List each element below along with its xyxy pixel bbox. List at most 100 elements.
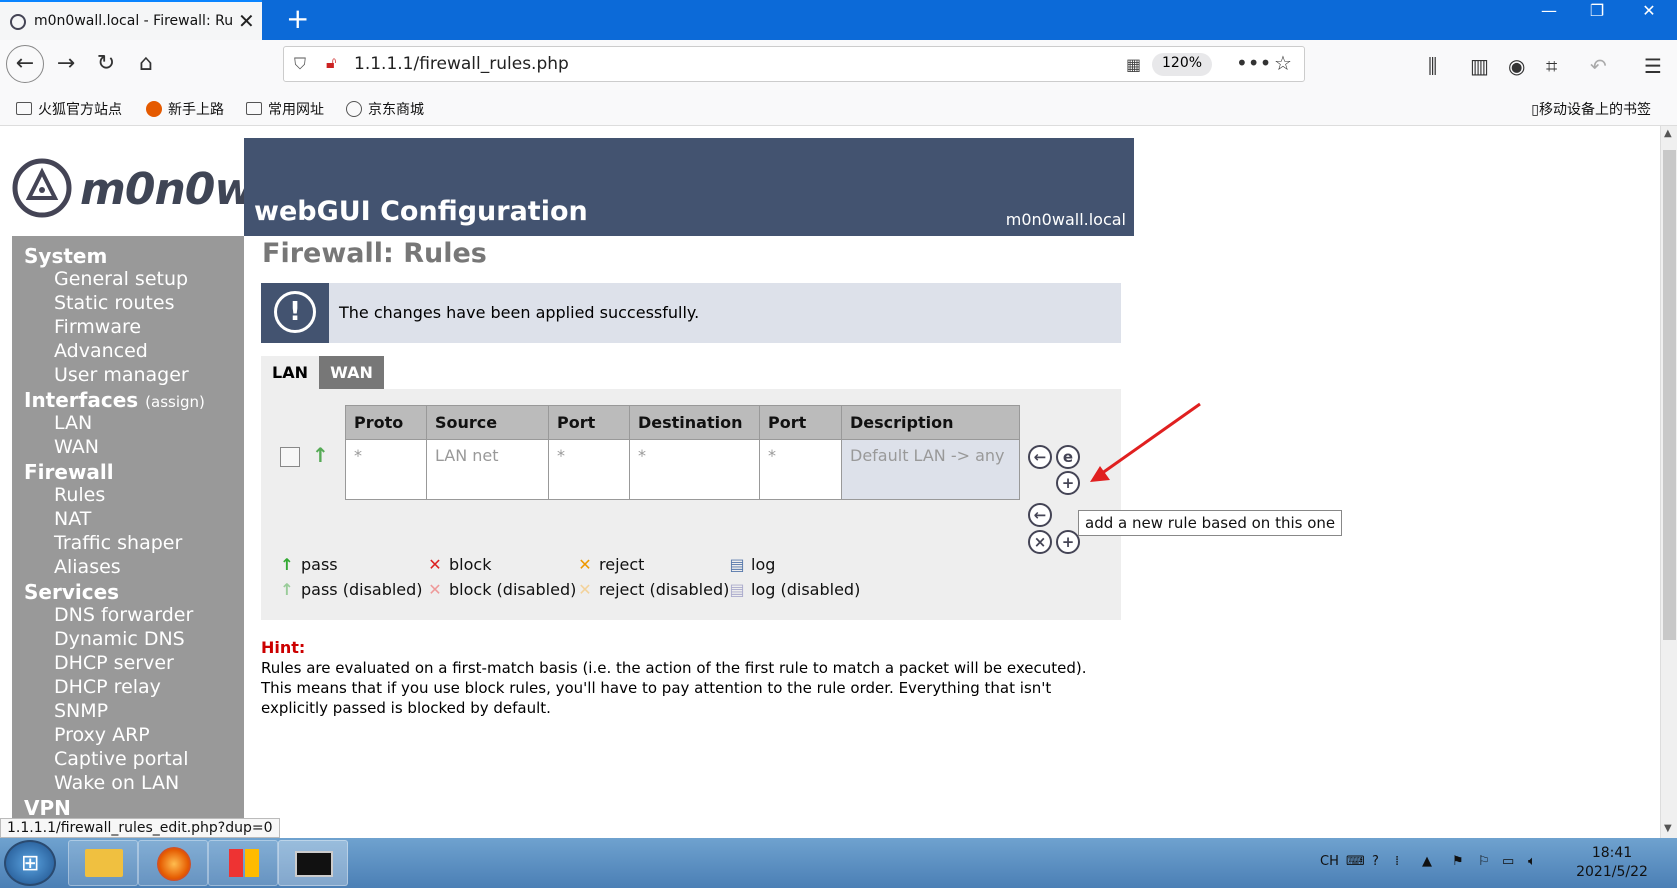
cell-source[interactable]: LAN net [426,439,549,500]
nav-static-routes[interactable]: Static routes [54,292,174,314]
keyboard-icon[interactable]: ⌨ [1346,854,1365,869]
nav-dns-forwarder[interactable]: DNS forwarder [54,604,193,626]
tab-close-icon[interactable]: ✕ [238,9,255,33]
move-left-end-icon[interactable]: ← [1028,503,1052,527]
table-row[interactable]: * LAN net * * * Default LAN -> any [345,439,1020,500]
legend-reject: ✕ reject [575,555,644,574]
scroll-down-icon[interactable]: ▼ [1664,823,1672,834]
menu-icon[interactable]: ☰ [1644,54,1662,78]
nav-dhcp-server[interactable]: DHCP server [54,652,174,674]
nav-firmware[interactable]: Firmware [54,316,141,338]
scroll-up-icon[interactable]: ▲ [1664,128,1672,139]
edit-icon[interactable]: e [1056,445,1080,469]
home-icon[interactable]: ⌂ [130,48,162,80]
cell-proto[interactable]: * [345,439,427,500]
start-button[interactable]: ⊞ [4,840,56,886]
nav-aliases[interactable]: Aliases [54,556,121,578]
insecure-lock-icon[interactable]: 🔓︎ [326,53,336,73]
zoom-level[interactable]: 120% [1152,53,1213,76]
cell-destination[interactable]: * [629,439,760,500]
tab-wan[interactable]: WAN [319,356,384,389]
page-actions-icon[interactable]: ••• [1236,51,1271,75]
vertical-scrollbar[interactable]: ▲ ▼ [1660,126,1677,838]
nav-proxy-arp[interactable]: Proxy ARP [54,724,150,746]
input-language[interactable]: CH [1320,854,1339,869]
window-close-icon[interactable]: ✕ [1625,0,1673,24]
nav-traffic-shaper[interactable]: Traffic shaper [54,532,182,554]
nav-user-manager[interactable]: User manager [54,364,189,386]
shield-icon[interactable]: ⛉ [294,54,306,74]
app-icon [229,849,243,877]
tab-lan[interactable]: LAN [261,356,319,389]
legend-block-disabled-label: block (disabled) [449,580,577,599]
qr-code-icon[interactable]: ▦ [1126,55,1141,74]
action-center-icon[interactable]: ⚐ [1478,854,1490,869]
nav-rules[interactable]: Rules [54,484,105,506]
scroll-thumb[interactable] [1663,150,1676,640]
col-dest-port: Port [759,405,842,440]
add-based-on-icon[interactable]: + [1056,471,1080,495]
bookmarks-toolbar: 火狐官方站点 新手上路 常用网址 京东商城 ▯移动设备上的书签 [0,87,1677,126]
nav-wan[interactable]: WAN [54,436,99,458]
nav-dynamic-dns[interactable]: Dynamic DNS [54,628,185,650]
nav-general-setup[interactable]: General setup [54,268,188,290]
cell-port[interactable]: * [548,439,630,500]
pass-disabled-icon[interactable]: ↑ [312,443,329,467]
library-icon[interactable]: ⫼ [1428,54,1437,78]
nav-advanced[interactable]: Advanced [54,340,148,362]
help-icon[interactable]: ? [1372,854,1379,869]
web-content: m0n0wall webGUI Configuration m0n0wall.l… [0,126,1660,838]
add-rule-icon[interactable]: + [1056,530,1080,554]
legend-block: ✕ block [425,555,491,574]
nav-captive-portal[interactable]: Captive portal [54,748,189,770]
volume-icon[interactable]: 🔈︎ [1528,854,1536,869]
mobile-bookmarks[interactable]: ▯移动设备上的书签 [1531,99,1651,119]
url-text[interactable]: 1.1.1.1/firewall_rules.php [354,54,569,74]
cell-dest-port[interactable]: * [759,439,842,500]
back-icon[interactable]: ← [6,45,44,83]
account-icon[interactable]: ◉ [1508,54,1525,78]
rule-checkbox[interactable] [280,447,300,467]
sidebar-icon[interactable]: ▥ [1470,54,1489,78]
nav-section-firewall: Firewall [24,460,114,484]
clock[interactable]: 18:41 2021/5/22 [1572,844,1652,882]
nav-interfaces-assign[interactable]: (assign) [145,393,205,411]
minimize-icon[interactable]: — [1525,0,1573,24]
taskbar-app[interactable] [208,840,278,886]
nav-section-interfaces-label: Interfaces [24,388,139,412]
address-bar[interactable]: ⛉ 🔓︎ 1.1.1.1/firewall_rules.php ▦ 120% •… [283,46,1305,82]
taskbar-explorer[interactable] [68,840,138,886]
bookmark-star-icon[interactable]: ☆ [1274,51,1292,75]
tooltip: add a new rule based on this one [1078,510,1343,536]
delete-icon[interactable]: × [1028,530,1052,554]
nav-dhcp-relay[interactable]: DHCP relay [54,676,161,698]
m0n0wall-logo[interactable]: m0n0wall [12,140,312,236]
move-left-icon[interactable]: ← [1028,445,1052,469]
bookmark-item[interactable]: 新手上路 [146,99,224,119]
network-icon[interactable]: ▭ [1502,854,1514,869]
undo-icon[interactable]: ↶ [1590,54,1607,78]
firefox-icon [157,847,191,881]
forward-icon[interactable]: → [50,48,82,80]
pass-disabled-legend-icon: ↑ [280,580,294,599]
nav-wake-on-lan[interactable]: Wake on LAN [54,772,179,794]
taskbar-firefox[interactable] [138,840,208,886]
nav-lan[interactable]: LAN [54,412,92,434]
restore-icon[interactable]: ❐ [1573,0,1621,24]
bookmark-item[interactable]: 京东商城 [346,99,424,119]
new-tab-icon[interactable]: + [286,4,309,34]
bookmark-folder[interactable]: 常用网址 [246,99,324,119]
bookmark-folder[interactable]: 火狐官方站点 [16,99,122,119]
flag-icon[interactable]: ⚑ [1452,854,1464,869]
nav-nat[interactable]: NAT [54,508,91,530]
screenshot-icon[interactable]: ⌗ [1546,54,1557,78]
taskbar-cmd[interactable] [278,840,348,886]
cell-description[interactable]: Default LAN -> any [841,439,1020,500]
browser-tab[interactable]: m0n0wall.local - Firewall: Rul ✕ [0,0,262,40]
tab-title: m0n0wall.local - Firewall: Rul [34,13,234,29]
ime-options-icon[interactable]: ⁞ [1395,854,1399,869]
reload-icon[interactable]: ↻ [90,48,122,80]
tray-expand-icon[interactable]: ▲ [1422,854,1432,869]
rules-table: Proto Source Port Destination Port Descr… [345,405,1020,500]
nav-snmp[interactable]: SNMP [54,700,108,722]
